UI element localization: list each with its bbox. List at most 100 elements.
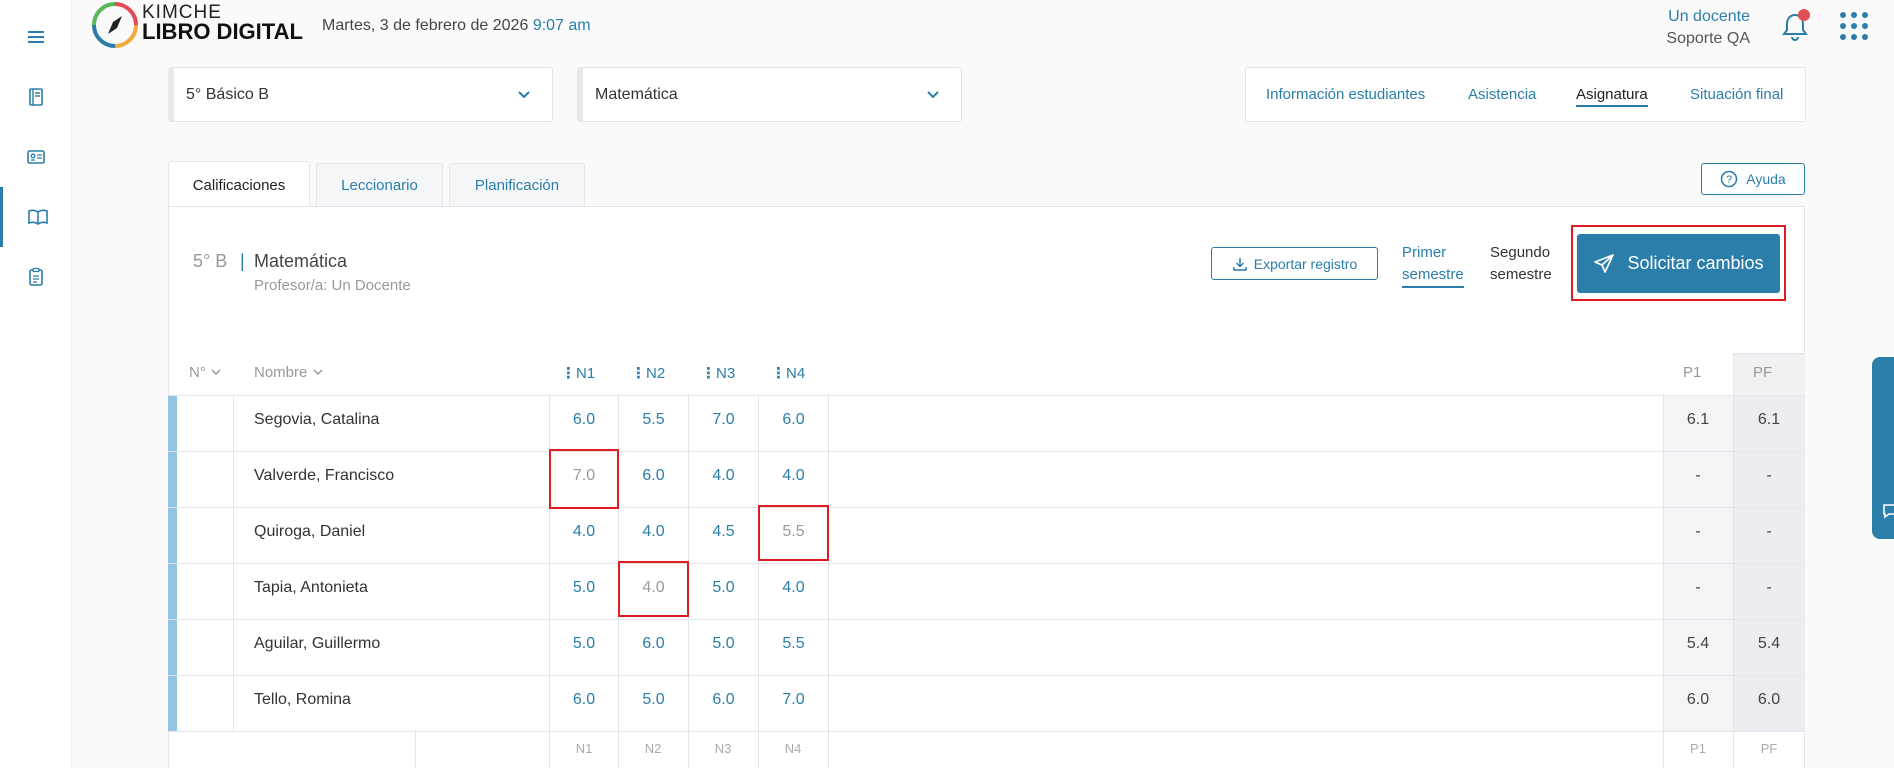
subject-select[interactable]: Matemática xyxy=(577,67,962,122)
user-info[interactable]: Un docente Soporte QA xyxy=(1666,6,1750,50)
course-separator: | xyxy=(240,251,245,271)
footer-p1: P1 xyxy=(1690,741,1706,756)
column-p1-header: P1 xyxy=(1683,364,1702,381)
chevron-down-icon xyxy=(927,91,939,99)
apps-grid-icon[interactable] xyxy=(1840,12,1868,40)
pf-cell: - xyxy=(1766,523,1772,540)
notification-dot xyxy=(1798,9,1810,21)
pf-cell: 6.1 xyxy=(1757,411,1781,428)
column-n2-label: N2 xyxy=(646,365,666,382)
user-name[interactable]: Un docente xyxy=(1666,6,1750,28)
chevron-down-icon xyxy=(313,369,323,376)
footer-pf: PF xyxy=(1760,741,1778,756)
chevron-down-icon xyxy=(211,369,221,376)
pf-cell: 5.4 xyxy=(1757,635,1781,652)
feedback-side-tab[interactable] xyxy=(1872,357,1894,539)
grade-cell[interactable]: 6.0 xyxy=(759,411,828,429)
chevron-down-icon xyxy=(518,91,530,99)
column-name-label: Nombre xyxy=(254,364,308,381)
export-button[interactable]: Exportar registro xyxy=(1211,247,1378,280)
grade-cell[interactable]: 5.5 xyxy=(619,411,688,429)
p1-cell: 6.1 xyxy=(1686,411,1710,428)
grade-cell[interactable]: 7.0 xyxy=(689,411,758,429)
download-icon xyxy=(1233,257,1247,271)
grade-cell[interactable]: 5.0 xyxy=(689,579,758,597)
student-name: Quiroga, Daniel xyxy=(254,523,366,540)
column-n4-header[interactable]: ⋮N4 xyxy=(771,364,805,382)
sidebar xyxy=(0,0,72,768)
p1-cell: - xyxy=(1695,523,1701,540)
column-pf-header: PF xyxy=(1753,364,1773,381)
grade-cell[interactable]: 6.0 xyxy=(619,635,688,653)
column-name-header[interactable]: Nombre xyxy=(254,364,324,381)
column-number-label: N° xyxy=(189,364,206,381)
p1-cell: 5.4 xyxy=(1686,635,1710,652)
modified-cell-highlight xyxy=(549,449,619,509)
student-name: Segovia, Catalina xyxy=(254,411,380,428)
semester-second-tab[interactable]: Segundo semestre xyxy=(1490,242,1552,286)
grade-cell[interactable]: 5.0 xyxy=(550,579,618,597)
grid-line xyxy=(828,395,829,768)
student-name: Valverde, Francisco xyxy=(254,467,395,484)
compass-logo-icon xyxy=(92,2,138,48)
grade-cell[interactable]: 6.0 xyxy=(619,467,688,485)
tab-planning[interactable]: Planificación xyxy=(449,163,585,207)
menu-icon[interactable] xyxy=(0,7,72,67)
grade-cell[interactable]: 5.0 xyxy=(550,635,618,653)
grade-cell[interactable]: 4.0 xyxy=(759,579,828,597)
grade-cell[interactable]: 4.0 xyxy=(689,467,758,485)
grade-cell[interactable]: 5.0 xyxy=(689,635,758,653)
semester-second-line1: Segundo xyxy=(1490,244,1551,261)
nav-tab-subject[interactable]: Asignatura xyxy=(1576,86,1648,107)
clipboard-icon[interactable] xyxy=(0,247,72,307)
grade-cell[interactable]: 5.0 xyxy=(619,691,688,709)
nav-tab-final-status[interactable]: Situación final xyxy=(1690,86,1783,103)
help-button[interactable]: ? Ayuda xyxy=(1701,163,1805,195)
grade-cell[interactable]: 6.0 xyxy=(550,411,618,429)
nav-tab-students[interactable]: Información estudiantes xyxy=(1266,86,1425,103)
student-name: Tello, Romina xyxy=(254,691,351,708)
footer-n1: N1 xyxy=(575,741,593,756)
grid-line xyxy=(168,619,1805,620)
send-icon xyxy=(1594,253,1615,273)
grade-cell[interactable]: 4.0 xyxy=(619,523,688,541)
semester-first-tab[interactable]: Primer semestre xyxy=(1402,242,1464,288)
course-select-value: 5° Básico B xyxy=(186,85,269,103)
semester-first-line1: Primer xyxy=(1402,244,1447,261)
semester-second-line2: semestre xyxy=(1490,266,1552,283)
grade-cell[interactable]: 6.0 xyxy=(550,691,618,709)
date-text: Martes, 3 de febrero de 2026 xyxy=(322,17,529,34)
grade-cell[interactable]: 5.5 xyxy=(759,635,828,653)
grade-cell[interactable]: 4.0 xyxy=(550,523,618,541)
grid-line xyxy=(233,395,234,731)
course-professor: Profesor/a: Un Docente xyxy=(254,277,411,294)
notebook-icon[interactable] xyxy=(0,67,72,127)
grid-line xyxy=(415,731,416,768)
nav-tab-attendance[interactable]: Asistencia xyxy=(1468,86,1536,103)
column-number-header[interactable]: N° xyxy=(189,364,222,381)
student-name: Aguilar, Guillermo xyxy=(254,635,381,652)
grade-cell[interactable]: 7.0 xyxy=(759,691,828,709)
course-select[interactable]: 5° Básico B xyxy=(168,67,553,122)
book-icon[interactable] xyxy=(0,187,72,247)
column-n2-header[interactable]: ⋮N2 xyxy=(631,364,665,382)
footer-n4: N4 xyxy=(784,741,802,756)
logo-wordmark-bottom: LIBRO DIGITAL xyxy=(142,19,303,44)
request-changes-button[interactable]: Solicitar cambios xyxy=(1577,234,1780,293)
id-card-icon[interactable] xyxy=(0,127,72,187)
svg-text:?: ? xyxy=(1726,174,1732,186)
p1-cell: 6.0 xyxy=(1686,691,1710,708)
grade-cell[interactable]: 4.0 xyxy=(759,467,828,485)
time-text: 9:07 am xyxy=(532,17,591,34)
grade-cell[interactable]: 4.5 xyxy=(689,523,758,541)
course-subject: Matemática xyxy=(254,251,348,271)
grid-line xyxy=(168,563,1805,564)
column-n3-label: N3 xyxy=(716,365,736,382)
tab-lesson-log[interactable]: Leccionario xyxy=(316,163,443,207)
tab-grades[interactable]: Calificaciones xyxy=(168,161,310,208)
column-n3-header[interactable]: ⋮N3 xyxy=(701,364,735,382)
grade-cell[interactable]: 6.0 xyxy=(689,691,758,709)
pf-cell: - xyxy=(1766,579,1772,596)
modified-cell-highlight xyxy=(758,505,829,561)
column-n1-header[interactable]: ⋮N1 xyxy=(561,364,595,382)
